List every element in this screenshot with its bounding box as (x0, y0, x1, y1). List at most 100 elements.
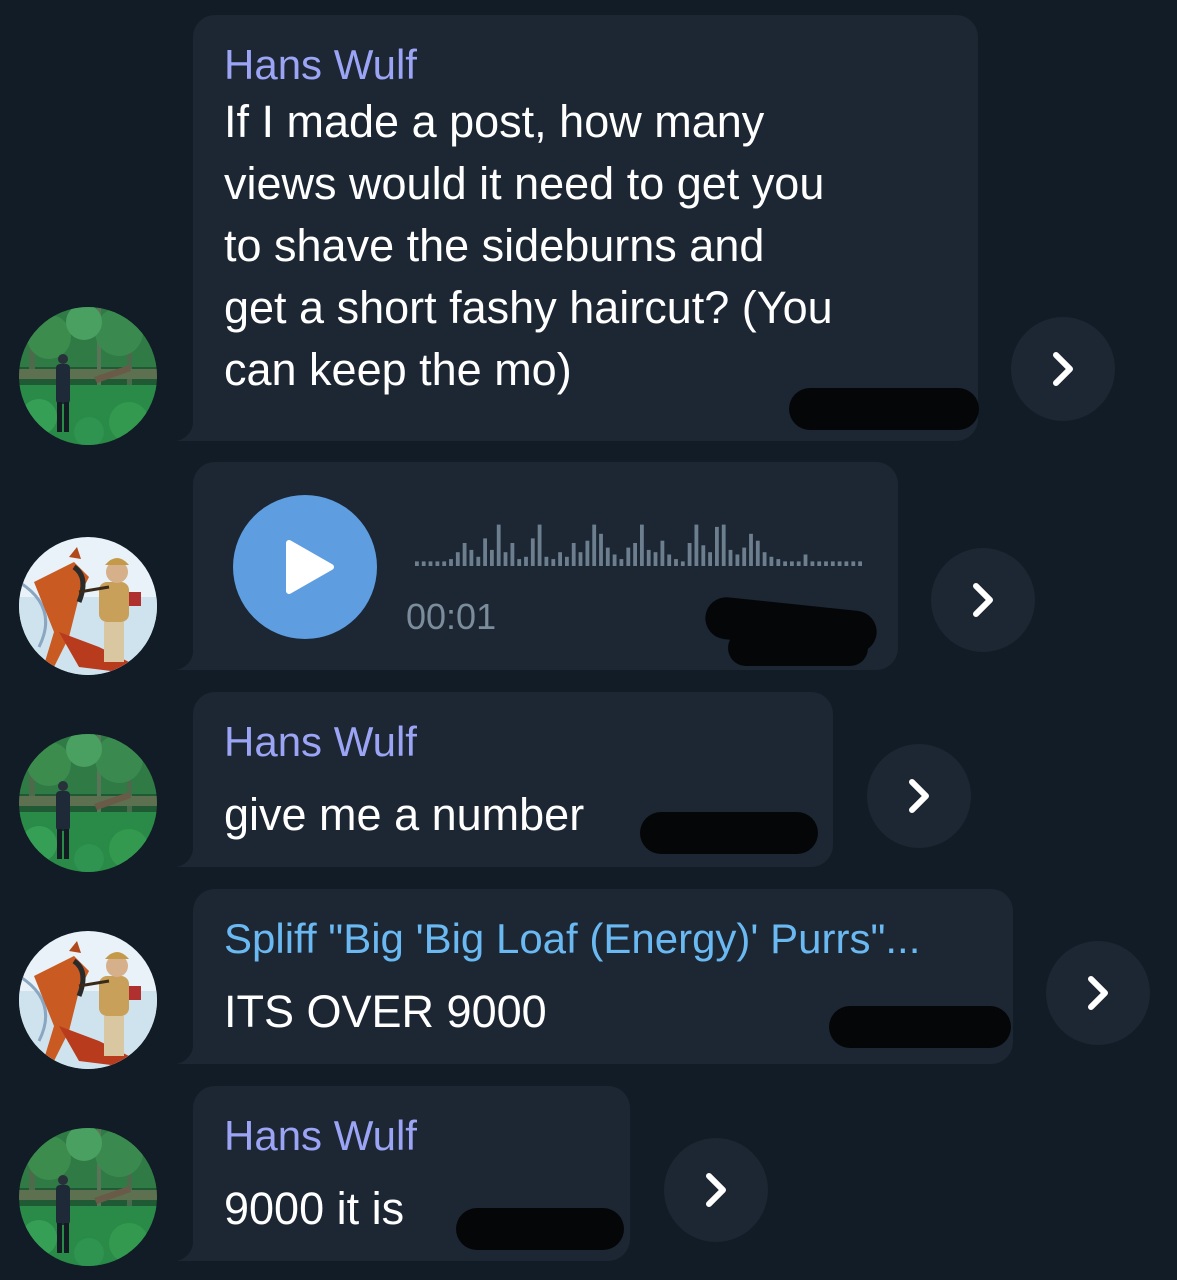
waveform-bar (735, 554, 740, 566)
waveform-bar (455, 552, 460, 566)
waveform-bar (503, 552, 508, 566)
message-text-line: can keep the mo) (224, 344, 572, 395)
waveform-bar (585, 540, 590, 566)
waveform-bar (653, 552, 658, 566)
waveform-bar (721, 524, 726, 566)
waveform-bar (674, 559, 678, 566)
waveform-bar (612, 554, 617, 566)
sender-name[interactable]: Spliff "Big 'Big Loaf (Energy)' Purrs"..… (224, 913, 920, 965)
waveform-bar (530, 538, 535, 566)
waveform-bar (592, 524, 597, 566)
waveform-bar (483, 538, 487, 566)
waveform-bar (619, 559, 624, 566)
voice-waveform[interactable] (415, 514, 865, 574)
waveform-bar (660, 540, 665, 566)
horse-rider-avatar-image (19, 931, 157, 1069)
sender-name[interactable]: Hans Wulf (224, 39, 417, 91)
message-bubble[interactable]: Spliff "Big 'Big Loaf (Energy)' Purrs"..… (173, 889, 1013, 1064)
waveform-bar (687, 543, 692, 566)
waveform-bar (769, 556, 774, 566)
sender-name[interactable]: Hans Wulf (224, 1110, 417, 1162)
waveform-bar (844, 561, 849, 566)
waveform-bar (851, 561, 856, 566)
sender-avatar[interactable] (19, 537, 157, 675)
sender-avatar[interactable] (19, 307, 157, 445)
chevron-right-icon (1043, 349, 1083, 389)
redaction-mark (789, 388, 979, 430)
waveform-bar (776, 559, 781, 566)
forest-figure-avatar-image (19, 734, 157, 872)
waveform-bar (544, 556, 549, 566)
waveform-bar (435, 561, 440, 566)
sender-name[interactable]: Hans Wulf (224, 716, 417, 768)
waveform-bar (817, 561, 822, 566)
horse-rider-avatar-image (19, 537, 157, 675)
message-text-line: views would it need to get you (224, 158, 825, 209)
waveform-bar (578, 552, 583, 566)
waveform-bar (565, 556, 569, 566)
play-button[interactable] (233, 495, 377, 639)
message-text-line: If I made a post, how many (224, 96, 765, 147)
waveform-bar (858, 561, 862, 566)
forest-figure-avatar-image (19, 1128, 157, 1266)
message-text-line: get a short fashy haircut? (You (224, 282, 833, 333)
waveform-bar (701, 545, 706, 566)
waveform-bar (421, 561, 426, 566)
waveform-bar (599, 533, 603, 566)
waveform-bar (496, 524, 501, 566)
waveform-bar (517, 559, 522, 566)
play-icon (286, 540, 334, 594)
waveform-bar (749, 533, 753, 566)
waveform-bar (626, 547, 631, 566)
forward-button[interactable] (867, 744, 971, 848)
voice-message-bubble: 00:01 (173, 462, 898, 670)
waveform-bar (715, 526, 719, 566)
message-text-line: ITS OVER 9000 (224, 986, 547, 1037)
sender-avatar[interactable] (19, 931, 157, 1069)
chat-screen: { "colors": { "background": "#111c26", "… (0, 0, 1177, 1280)
chevron-right-icon (1078, 973, 1118, 1013)
sender-avatar[interactable] (19, 734, 157, 872)
waveform-bar (462, 543, 467, 566)
waveform-bar (442, 561, 447, 566)
waveform-bar (633, 543, 637, 566)
waveform-bar (510, 543, 515, 566)
message-bubble[interactable]: Hans Wulf 9000 it is (173, 1086, 630, 1261)
redaction-mark (829, 1006, 1011, 1048)
waveform-bar (469, 549, 474, 566)
waveform-bar (558, 552, 562, 566)
voice-duration: 00:01 (406, 596, 497, 637)
waveform-bar (428, 561, 433, 566)
waveform-bar (810, 561, 815, 566)
forward-button[interactable] (664, 1138, 768, 1242)
waveform-bar (837, 561, 842, 566)
waveform-bar (783, 561, 787, 566)
waveform-bar (728, 549, 733, 566)
message-text-line: to shave the sideburns and (224, 220, 765, 271)
waveform-bar (796, 561, 801, 566)
waveform-bar (824, 561, 828, 566)
waveform-bar (790, 561, 794, 566)
waveform-bar (449, 559, 453, 566)
forward-button[interactable] (931, 548, 1035, 652)
waveform-bar (708, 552, 712, 566)
waveform-bar (755, 540, 760, 566)
waveform-bar (667, 554, 672, 566)
waveform-bar (490, 549, 494, 566)
redaction-mark (640, 812, 818, 854)
redaction-mark (728, 630, 868, 666)
waveform-bar (803, 554, 808, 566)
waveform-bar (694, 524, 699, 566)
waveform-bar (605, 547, 610, 566)
forward-button[interactable] (1046, 941, 1150, 1045)
waveform-bar (571, 543, 576, 566)
waveform-bar (742, 547, 747, 566)
waveform-bar (537, 524, 542, 566)
forward-button[interactable] (1011, 317, 1115, 421)
sender-avatar[interactable] (19, 1128, 157, 1266)
waveform-bar (415, 561, 419, 566)
message-bubble[interactable]: Hans Wulf If I made a post, how many vie… (173, 15, 979, 441)
waveform-bar (476, 556, 481, 566)
chevron-right-icon (963, 580, 1003, 620)
message-bubble[interactable]: Hans Wulf give me a number (173, 692, 833, 867)
